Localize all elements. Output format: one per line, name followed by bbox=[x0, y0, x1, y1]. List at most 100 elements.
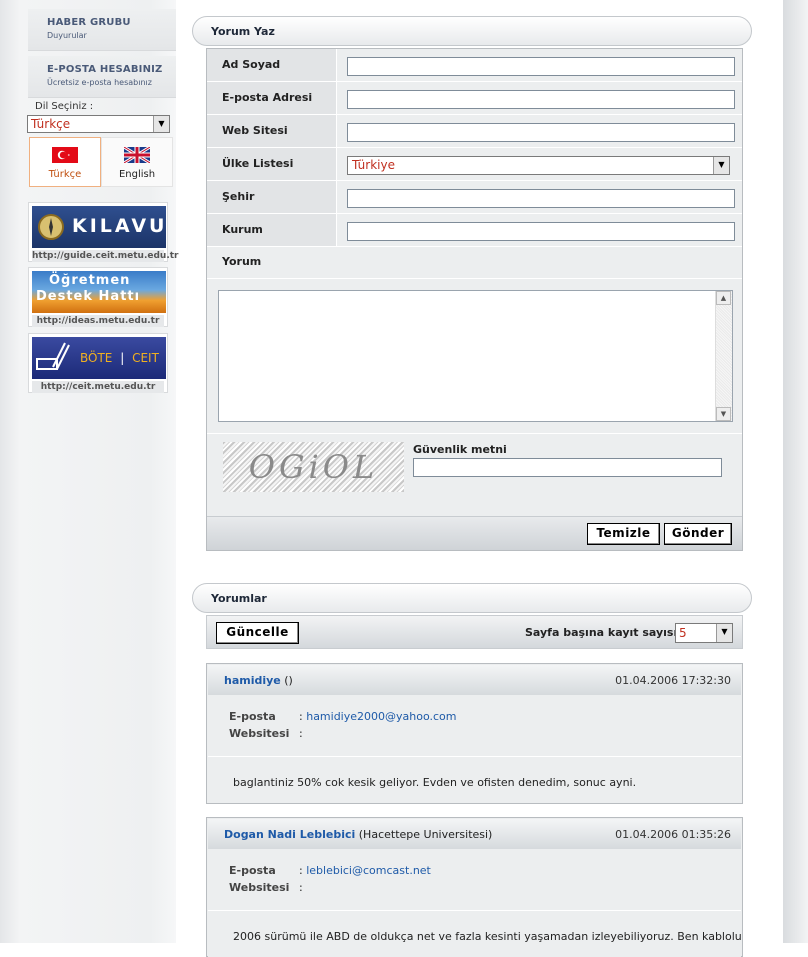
comment-author: Dogan Nadi Leblebici (Hacettepe Universi… bbox=[224, 828, 492, 841]
comment-website: : bbox=[299, 727, 303, 740]
divider bbox=[207, 278, 742, 279]
language-option-label: Türkçe bbox=[48, 169, 82, 180]
sidebar-link-title: E-POSTA HESABINIZ bbox=[47, 64, 163, 75]
comment-author-name[interactable]: Dogan Nadi Leblebici bbox=[224, 828, 355, 841]
banner-teacher-url: http://ideas.metu.edu.tr bbox=[32, 315, 164, 327]
form-row-institution: Kurum bbox=[207, 214, 742, 247]
banner-guide-image: KILAVUZ bbox=[32, 206, 166, 248]
comment-item: Dogan Nadi Leblebici (Hacettepe Universi… bbox=[206, 817, 743, 957]
form-section-header: Yorum Yaz bbox=[192, 16, 752, 46]
comment-text: 2006 sürümü ile ABD de oldukça net ve fa… bbox=[208, 910, 741, 957]
comment-header: Dogan Nadi Leblebici (Hacettepe Universi… bbox=[208, 819, 741, 849]
chevron-down-icon[interactable]: ▼ bbox=[713, 157, 729, 174]
email-input[interactable] bbox=[347, 90, 735, 109]
clear-button[interactable]: Temizle bbox=[587, 523, 660, 545]
comment-info: E-posta Websitesi : leblebici@comcast.ne… bbox=[208, 850, 741, 908]
textarea-scrollbar[interactable]: ▲ ▼ bbox=[715, 291, 732, 421]
right-edge-background bbox=[783, 0, 808, 943]
banner-ceit-url: http://ceit.metu.edu.tr bbox=[32, 381, 164, 393]
comment-website-label: Websitesi bbox=[229, 727, 290, 740]
sidebar-link-newsgroup[interactable]: HABER GRUBU Duyurular bbox=[28, 9, 176, 51]
page-size-value: 5 bbox=[679, 626, 687, 640]
scroll-up-icon[interactable]: ▲ bbox=[716, 291, 731, 305]
banner-guide-url: http://guide.ceit.metu.edu.tr bbox=[32, 250, 179, 262]
comment-website: : bbox=[299, 881, 303, 894]
comment-email-label: E-posta bbox=[229, 710, 276, 723]
banner-ceit-text1: BÖTE bbox=[80, 351, 113, 365]
comment-label: Yorum bbox=[222, 255, 262, 268]
language-select-value: Türkçe bbox=[31, 117, 71, 131]
send-button[interactable]: Gönder bbox=[664, 523, 732, 545]
chevron-down-icon[interactable]: ▼ bbox=[153, 116, 169, 132]
city-input[interactable] bbox=[347, 189, 735, 208]
banner-ceit-text2: CEIT bbox=[132, 351, 159, 365]
chevron-down-icon[interactable]: ▼ bbox=[716, 624, 732, 642]
colon: : bbox=[299, 864, 303, 877]
refresh-button[interactable]: Güncelle bbox=[216, 622, 299, 644]
banner-ceit-image: BÖTE | CEIT bbox=[32, 337, 166, 379]
country-select-value: Türkiye bbox=[352, 158, 395, 172]
city-label: Şehir bbox=[207, 181, 337, 213]
turkey-flag-icon bbox=[52, 147, 78, 163]
name-input[interactable] bbox=[347, 57, 735, 76]
form-row-city: Şehir bbox=[207, 181, 742, 214]
divider bbox=[207, 433, 742, 434]
security-input[interactable] bbox=[413, 458, 722, 477]
comments-section-header: Yorumlar bbox=[192, 583, 752, 613]
comment-item: hamidiye () 01.04.2006 17:32:30 E-posta … bbox=[206, 663, 743, 804]
sidebar-link-title: HABER GRUBU bbox=[47, 17, 131, 28]
security-label: Güvenlik metni bbox=[413, 443, 507, 456]
uk-flag-icon bbox=[123, 145, 151, 165]
compass-icon bbox=[38, 214, 64, 240]
banner-guide-text: KILAVUZ bbox=[72, 215, 166, 237]
form-row-email: E-posta Adresi bbox=[207, 82, 742, 115]
language-label: Dil Seçiniz : bbox=[35, 101, 94, 112]
banner-ceit-separator: | bbox=[120, 351, 125, 365]
comment-author-name[interactable]: hamidiye bbox=[224, 674, 281, 687]
comment-textarea[interactable]: ▲ ▼ bbox=[218, 290, 733, 422]
comment-email: : hamidiye2000@yahoo.com bbox=[299, 710, 457, 723]
form-section-title: Yorum Yaz bbox=[211, 25, 275, 38]
form-row-name: Ad Soyad bbox=[207, 49, 742, 82]
country-select[interactable]: Türkiye ▼ bbox=[347, 156, 730, 175]
banner-teacher-line2: Destek Hattı bbox=[36, 289, 141, 304]
form-button-bar: Temizle Gönder bbox=[207, 516, 742, 550]
colon: : bbox=[299, 727, 303, 740]
comment-email-label: E-posta bbox=[229, 864, 276, 877]
language-option-turkish[interactable]: Türkçe bbox=[29, 137, 101, 187]
comment-email-link[interactable]: hamidiye2000@yahoo.com bbox=[306, 710, 456, 723]
email-label: E-posta Adresi bbox=[207, 82, 337, 114]
form-row-country: Ülke Listesi Türkiye ▼ bbox=[207, 148, 742, 181]
comment-email-link[interactable]: leblebici@comcast.net bbox=[306, 864, 431, 877]
captcha-image: OGiOL bbox=[223, 442, 404, 492]
sidebar-link-subtitle: Ücretsiz e-posta hesabınız bbox=[47, 78, 152, 87]
colon: : bbox=[299, 710, 303, 723]
name-label: Ad Soyad bbox=[207, 49, 337, 81]
form-row-website: Web Sitesi bbox=[207, 115, 742, 148]
comment-author-org: (Hacettepe Universitesi) bbox=[358, 828, 493, 841]
page-size-select[interactable]: 5 ▼ bbox=[675, 623, 733, 643]
comment-date: 01.04.2006 01:35:26 bbox=[615, 828, 731, 841]
comment-header: hamidiye () 01.04.2006 17:32:30 bbox=[208, 665, 741, 695]
banner-guide[interactable]: KILAVUZ http://guide.ceit.metu.edu.tr bbox=[28, 202, 179, 262]
banner-ceit[interactable]: BÖTE | CEIT http://ceit.metu.edu.tr bbox=[28, 333, 168, 393]
comments-section-title: Yorumlar bbox=[211, 592, 267, 605]
website-input[interactable] bbox=[347, 123, 735, 142]
comment-form: Ad Soyad E-posta Adresi Web Sitesi Ülke … bbox=[206, 48, 743, 551]
scroll-down-icon[interactable]: ▼ bbox=[716, 407, 731, 421]
laptop-icon bbox=[36, 342, 70, 370]
banner-teacher-line1: Öğretmen bbox=[49, 273, 131, 288]
language-option-english[interactable]: English bbox=[101, 137, 173, 187]
comment-email: : leblebici@comcast.net bbox=[299, 864, 431, 877]
comments-toolbar: Güncelle Sayfa başına kayıt sayısı : 5 ▼ bbox=[206, 615, 743, 649]
institution-input[interactable] bbox=[347, 222, 735, 241]
website-label: Web Sitesi bbox=[207, 115, 337, 147]
colon: : bbox=[299, 881, 303, 894]
sidebar-link-email-account[interactable]: E-POSTA HESABINIZ Ücretsiz e-posta hesab… bbox=[28, 56, 176, 98]
comment-info: E-posta Websitesi : hamidiye2000@yahoo.c… bbox=[208, 696, 741, 754]
language-select[interactable]: Türkçe ▼ bbox=[27, 115, 170, 133]
institution-label: Kurum bbox=[207, 214, 337, 246]
page-size-label: Sayfa başına kayıt sayısı : bbox=[525, 626, 686, 639]
banner-teacher-support[interactable]: Öğretmen Destek Hattı http://ideas.metu.… bbox=[28, 267, 168, 327]
language-option-label: English bbox=[118, 169, 156, 180]
